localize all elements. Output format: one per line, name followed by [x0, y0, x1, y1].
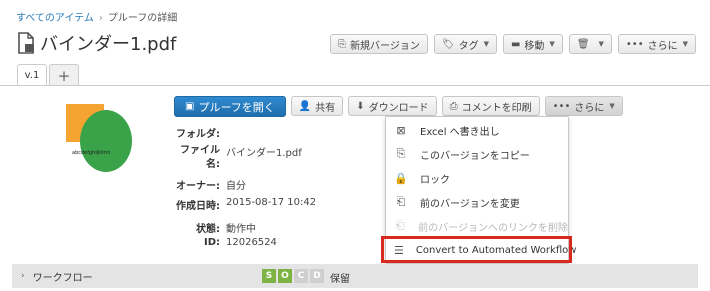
share-label: 共有 — [315, 102, 336, 114]
breadcrumb-all-items-link[interactable]: すべてのアイテム — [16, 13, 94, 24]
print-icon: ⎙ — [449, 100, 458, 112]
workflow-status: 保留 — [330, 274, 350, 285]
delete-button[interactable]: 🗑 ▼ — [568, 34, 612, 54]
folder-label: フォルダ: — [176, 129, 220, 140]
highlight-box — [381, 236, 572, 263]
tab-divider — [0, 85, 710, 86]
replace-icon: ⎗ — [396, 195, 406, 208]
tab-version-1[interactable]: v.1 — [17, 64, 47, 86]
menu-item-label: 前のバージョンを変更 — [420, 198, 520, 210]
more-button-top[interactable]: ••• さらに ▼ — [617, 34, 696, 54]
id-label: ID: — [203, 237, 220, 248]
chevron-down-icon: ▼ — [609, 102, 615, 110]
menu-item-label: このバージョンをコピー — [420, 150, 530, 162]
workflow-stage-d: D — [310, 269, 324, 283]
folder-icon: ▬ — [510, 38, 521, 50]
user-icon: 👤 — [298, 100, 312, 112]
created-label: 作成日時: — [176, 201, 220, 212]
open-proof-button[interactable]: ▣ プルーフを開く — [174, 96, 286, 117]
workflow-stage-o: O — [278, 269, 292, 283]
chevron-down-icon: ▼ — [682, 40, 688, 48]
title-row: バインダー1.pdf — [16, 30, 176, 56]
menu-item-label: ロック — [420, 174, 450, 186]
owner-label: オーナー: — [176, 181, 220, 192]
top-action-bar: ⎘ 新規バージョン 🏷 タグ ▼ ▬ 移動 ▼ 🗑 ▼ ••• さらに ▼ — [330, 34, 696, 54]
open-proof-label: プルーフを開く — [198, 100, 275, 114]
more-button[interactable]: ••• さらに ▼ — [544, 96, 623, 116]
filename-value: バインダー1.pdf — [226, 148, 302, 159]
open-proof-icon: ▣ — [185, 101, 195, 112]
menu-item-label: Excel へ書き出し — [420, 126, 500, 138]
tag-icon: 🏷 — [441, 38, 455, 50]
more-label: さらに — [574, 102, 605, 114]
filename-label-line1: ファイル — [180, 145, 220, 156]
workflow-stages: S O C D — [262, 269, 324, 283]
more-label-top: さらに — [647, 40, 678, 52]
workflow-label: ワークフロー — [32, 272, 93, 284]
download-label: ダウンロード — [368, 102, 429, 114]
chevron-down-icon: ▼ — [598, 40, 604, 48]
trash-icon: 🗑 — [576, 38, 590, 50]
menu-item-change-previous-version[interactable]: ⎗ 前のバージョンを変更 — [386, 192, 568, 212]
owner-value: 自分 — [226, 181, 246, 192]
tag-button[interactable]: 🏷 タグ ▼ — [433, 34, 497, 54]
unlink-icon: ⎗ — [395, 219, 405, 232]
status-label: 状態: — [196, 224, 220, 235]
page-title: バインダー1.pdf — [40, 34, 177, 55]
menu-item-lock[interactable]: 🔒 ロック — [386, 168, 568, 188]
lock-icon: 🔒 — [394, 171, 408, 185]
id-value: 12026524 — [226, 237, 277, 248]
chevron-down-icon: ▼ — [549, 40, 555, 48]
workflow-stage-c: C — [294, 269, 308, 283]
breadcrumb-separator: › — [98, 13, 103, 24]
proof-action-bar: ▣ プルーフを開く 👤 共有 ⬇ ダウンロード ⎙ コメントを印刷 ••• さら… — [174, 96, 623, 117]
share-button[interactable]: 👤 共有 — [290, 96, 344, 116]
download-icon: ⬇ — [356, 100, 365, 112]
print-comments-label: コメントを印刷 — [461, 102, 532, 114]
workflow-bar[interactable]: › ワークフロー S O C D 保留 — [12, 264, 698, 288]
menu-item-export-excel[interactable]: ⊠ Excel へ書き出し — [386, 120, 568, 140]
excel-export-icon: ⊠ — [396, 123, 406, 137]
chevron-down-icon: ▼ — [483, 40, 489, 48]
menu-item-copy-version[interactable]: ⎘ このバージョンをコピー — [386, 144, 568, 164]
chevron-right-icon: › — [21, 271, 25, 281]
breadcrumb: すべてのアイテム › プルーフの詳細 — [16, 9, 177, 24]
add-version-tab[interactable]: + — [49, 64, 79, 86]
move-label: 移動 — [524, 40, 545, 52]
more-icon: ••• — [625, 38, 644, 50]
workflow-stage-s: S — [262, 269, 276, 283]
print-comments-button[interactable]: ⎙ コメントを印刷 — [441, 96, 540, 116]
copy-icon: ⎘ — [338, 38, 347, 50]
breadcrumb-current: プルーフの詳細 — [107, 13, 178, 24]
filename-label: ファイル 名: — [160, 144, 220, 172]
version-tabs: v.1 + — [17, 64, 79, 86]
move-button[interactable]: ▬ 移動 ▼ — [502, 34, 563, 54]
more-icon: ••• — [552, 100, 571, 112]
menu-item-label: 前のバージョンへのリンクを削除 — [418, 222, 568, 234]
menu-item-unlink-previous-version: ⎗ 前のバージョンへのリンクを削除 — [386, 216, 568, 236]
new-version-label: 新規バージョン — [350, 40, 420, 52]
copy-icon: ⎘ — [396, 147, 406, 160]
new-version-button[interactable]: ⎘ 新規バージョン — [330, 34, 428, 54]
created-value: 2015-08-17 10:42 — [226, 197, 317, 208]
download-button[interactable]: ⬇ ダウンロード — [348, 96, 437, 116]
proof-thumbnail[interactable]: abcdefghijklmn — [66, 100, 132, 172]
thumbnail-green-shape — [80, 110, 132, 172]
document-icon — [18, 32, 34, 54]
thumbnail-text: abcdefghijklmn — [72, 150, 111, 156]
filename-label-line2: 名: — [206, 159, 220, 170]
status-value: 動作中 — [226, 224, 256, 235]
tag-label: タグ — [458, 40, 479, 52]
